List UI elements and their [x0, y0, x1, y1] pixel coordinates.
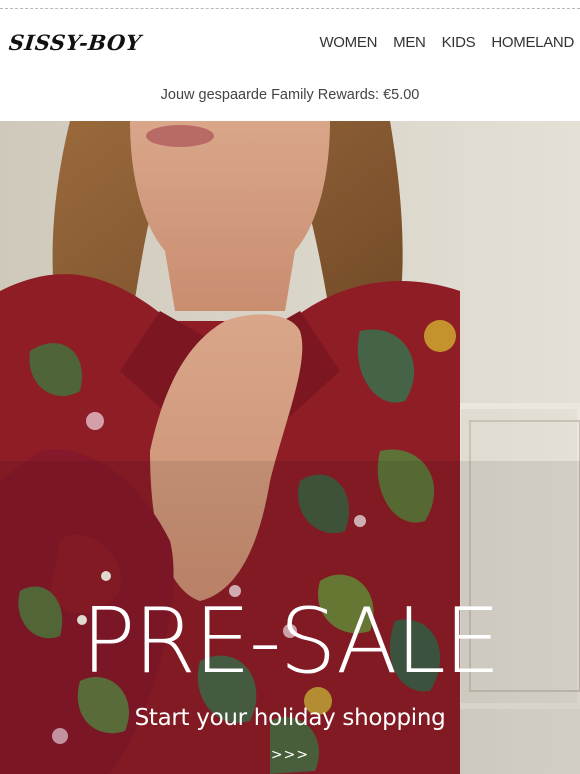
- main-nav: WOMEN MEN KIDS HOMELAND: [319, 34, 574, 51]
- nav-link-kids[interactable]: KIDS: [442, 34, 476, 51]
- family-rewards-banner: Jouw gespaarde Family Rewards: €5.00: [160, 87, 420, 103]
- brand-logo[interactable]: SISSY-BOY: [8, 30, 143, 55]
- nav-link-homeland[interactable]: HOMELAND: [491, 34, 574, 51]
- hero-cta-arrows[interactable]: >>>: [0, 747, 580, 763]
- header: SISSY-BOY WOMEN MEN KIDS HOMELAND: [0, 24, 580, 64]
- nav-link-women[interactable]: WOMEN: [319, 34, 377, 51]
- hero-banner[interactable]: PRE-SALE Start your holiday shopping >>>: [0, 121, 580, 774]
- hero-subtitle: Start your holiday shopping: [134, 705, 446, 731]
- top-divider: [0, 8, 580, 9]
- hero-title: PRE-SALE: [81, 589, 501, 694]
- nav-link-men[interactable]: MEN: [393, 34, 426, 51]
